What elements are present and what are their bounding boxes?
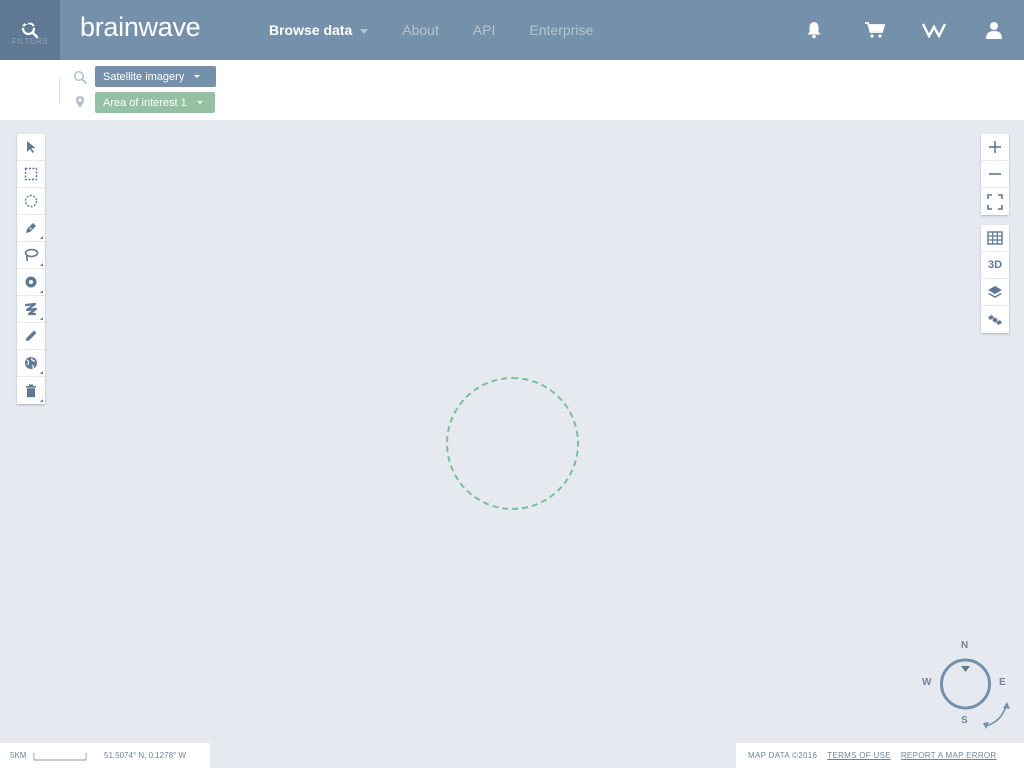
imagery-type-dropdown[interactable]: Satellite imagery	[95, 66, 216, 87]
submenu-corner-icon	[40, 290, 43, 293]
point-icon	[25, 276, 37, 288]
point-tool[interactable]	[17, 269, 45, 296]
grid-toggle-button[interactable]	[981, 225, 1009, 252]
search-icon	[73, 70, 87, 84]
compass-control[interactable]: N E S W	[918, 638, 1018, 734]
zoom-controls	[981, 134, 1009, 215]
chevron-down-icon	[360, 28, 369, 34]
pen-tool[interactable]	[17, 215, 45, 242]
user-account-button[interactable]	[982, 18, 1006, 42]
main-nav: Browse data About API Enterprise	[269, 0, 627, 60]
circle-select-tool[interactable]	[17, 188, 45, 215]
report-map-error-link[interactable]: REPORT A MAP ERROR	[901, 751, 997, 760]
zoom-in-icon	[989, 141, 1001, 153]
top-header: brainwave Browse data About API Enterpri…	[0, 0, 1024, 60]
pointer-icon	[27, 141, 36, 153]
lasso-tool[interactable]	[17, 242, 45, 269]
notifications-button[interactable]	[802, 18, 826, 42]
chevron-down-icon	[194, 75, 201, 78]
lasso-icon	[24, 248, 39, 262]
freehand-tool[interactable]	[17, 296, 45, 323]
submenu-corner-icon	[40, 317, 43, 320]
submenu-corner-icon	[40, 263, 43, 266]
fullscreen-icon	[987, 193, 1003, 210]
chevron-down-icon	[196, 101, 203, 104]
nav-api[interactable]: API	[473, 22, 496, 38]
3d-label: 3D	[987, 259, 1003, 271]
select-tool[interactable]	[17, 134, 45, 161]
area-of-interest-label: Area of interest 1	[103, 96, 187, 109]
filter-divider	[59, 76, 60, 104]
user-icon	[986, 22, 1002, 39]
sliders-icon	[21, 15, 39, 29]
scale-and-coordinates: 5KM 51.5074° N, 0.1278° W	[0, 743, 210, 768]
zoom-out-button[interactable]	[981, 161, 1009, 188]
compass-ring-icon	[940, 658, 1010, 729]
nav-browse-data[interactable]: Browse data	[269, 22, 369, 38]
area-of-interest-dropdown[interactable]: Area of interest 1	[95, 92, 215, 113]
annotate-tool[interactable]	[17, 323, 45, 350]
pen-icon	[26, 223, 36, 233]
scale-bar-icon	[33, 753, 87, 761]
brand-mark-icon	[922, 23, 946, 38]
imagery-type-label: Satellite imagery	[103, 70, 185, 83]
submenu-corner-icon	[40, 399, 43, 402]
location-pin-icon	[76, 96, 84, 108]
nav-browse-data-label: Browse data	[269, 22, 353, 38]
globe-tool[interactable]	[17, 350, 45, 377]
circle-select-icon	[24, 194, 38, 208]
nav-enterprise-label: Enterprise	[529, 22, 594, 38]
nav-api-label: API	[472, 22, 496, 38]
scale-label: 5KM	[10, 751, 27, 760]
trash-icon	[26, 384, 36, 397]
submenu-corner-icon	[40, 371, 43, 374]
cursor-coordinates: 51.5074° N, 0.1278° W	[104, 751, 187, 760]
filters-label: FILTERS	[11, 37, 49, 46]
pencil-icon	[26, 330, 37, 341]
filters-button[interactable]: FILTERS	[8, 14, 52, 50]
brand-logo[interactable]: brainwave	[80, 12, 201, 43]
rectangle-select-tool[interactable]	[17, 161, 45, 188]
rectangle-select-icon	[24, 167, 38, 181]
3d-toggle-button[interactable]: 3D	[981, 252, 1009, 279]
layers-icon	[988, 286, 1002, 298]
satellite-view-button[interactable]	[981, 306, 1009, 333]
draw-toolbar	[17, 134, 45, 404]
brand-mark-button[interactable]	[922, 18, 946, 42]
area-of-interest-circle[interactable]	[446, 377, 579, 510]
grid-icon	[987, 231, 1003, 245]
map-data-credit: MAP DATA ©2016	[748, 751, 818, 760]
globe-icon	[25, 357, 37, 369]
submenu-corner-icon	[40, 236, 43, 239]
terms-of-use-link[interactable]: TERMS OF USE	[827, 751, 891, 760]
satellite-icon	[988, 314, 1002, 325]
fullscreen-button[interactable]	[981, 188, 1009, 215]
freehand-icon	[24, 302, 38, 316]
nav-enterprise[interactable]: Enterprise	[529, 22, 593, 38]
zoom-out-icon	[989, 173, 1001, 175]
nav-about-label: About	[402, 22, 439, 38]
cart-icon	[865, 22, 886, 38]
bell-icon	[807, 22, 821, 39]
layers-button[interactable]	[981, 279, 1009, 306]
view-controls: 3D	[981, 225, 1009, 333]
cart-button[interactable]	[863, 18, 887, 42]
zoom-in-button[interactable]	[981, 134, 1009, 161]
nav-about[interactable]: About	[402, 22, 439, 38]
delete-tool[interactable]	[17, 377, 45, 404]
map-attribution: MAP DATA ©2016 TERMS OF USE REPORT A MAP…	[736, 743, 1024, 768]
